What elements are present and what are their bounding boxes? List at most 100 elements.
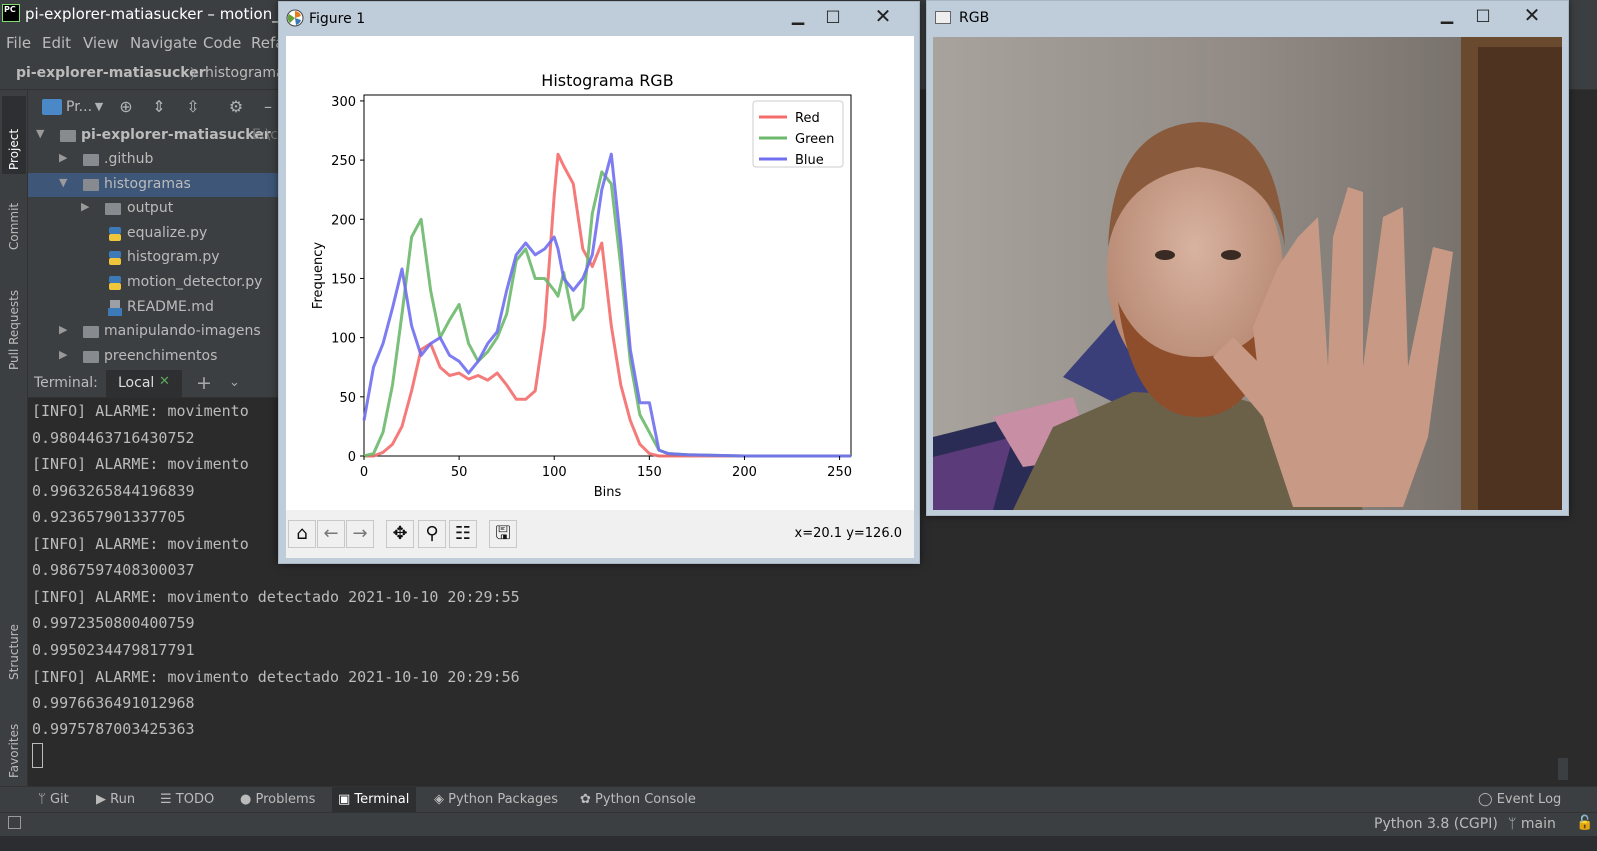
tree-item-output[interactable]: ▶ output: [28, 197, 280, 221]
tab-todo[interactable]: ☰ TODO: [160, 792, 214, 807]
menu-edit[interactable]: Edit: [42, 34, 71, 52]
close-icon[interactable]: ✕: [870, 5, 896, 27]
tab-problems[interactable]: ● Problems: [240, 792, 315, 807]
toggle-panels-icon[interactable]: [8, 816, 21, 829]
interpreter-status[interactable]: Python 3.8 (CGPI): [1374, 816, 1498, 832]
chevron-down-icon[interactable]: ▼: [36, 127, 48, 140]
y-tick-label: 50: [339, 391, 356, 406]
minimize-icon[interactable]: ▁: [1434, 4, 1460, 26]
maximize-icon[interactable]: □: [1470, 4, 1496, 26]
tree-item-readme[interactable]: README.md: [28, 296, 280, 320]
terminal-tab-local[interactable]: Local ✕: [106, 370, 182, 398]
figure-titlebar[interactable]: Figure 1 ▁ □ ✕: [279, 2, 919, 34]
x-tick-label: 200: [732, 465, 757, 480]
tree-item-label: .github: [104, 151, 154, 167]
side-tab-favorites-label: Favorites: [7, 723, 21, 778]
histogram-chart[interactable]: 0 50 100 150 200 250 0 50 100 150 200 250 300 Histogr…: [286, 36, 914, 510]
git-branch-status[interactable]: ᛘ main: [1508, 816, 1556, 832]
menu-file[interactable]: File: [6, 34, 31, 52]
chevron-right-icon[interactable]: ▶: [81, 200, 93, 213]
side-tab-structure[interactable]: Structure: [2, 600, 26, 680]
scrollbar[interactable]: [1558, 758, 1568, 780]
breadcrumb-project[interactable]: pi-explorer-matiasucker: [16, 65, 206, 81]
y-axis-label: Frequency: [311, 242, 326, 309]
x-tick-label: 0: [360, 465, 368, 480]
webcam-frame: [933, 37, 1562, 510]
figure-toolbar: ⌂ ← → ✥ ⚲ ☷ 🖫 x=20.1 y=126.0: [286, 510, 914, 558]
locate-icon[interactable]: ⊕: [117, 98, 135, 116]
menu-navigate[interactable]: Navigate: [130, 34, 197, 52]
side-tab-favorites[interactable]: Favorites: [2, 698, 26, 778]
project-view-selector[interactable]: Pr...: [66, 99, 92, 115]
minimize-icon[interactable]: ▁: [785, 5, 811, 27]
chevron-down-icon[interactable]: ▼: [90, 98, 108, 116]
x-tick-label: 100: [542, 465, 567, 480]
x-tick-label: 150: [637, 465, 662, 480]
tab-terminal[interactable]: ▣ Terminal: [332, 787, 416, 813]
terminal-line: [INFO] ALARME: movimento: [32, 402, 249, 420]
home-icon[interactable]: ⌂: [288, 520, 316, 548]
menu-view[interactable]: View: [83, 34, 119, 52]
menu-code[interactable]: Code: [203, 34, 241, 52]
figure-title: Figure 1: [309, 11, 366, 27]
gear-icon[interactable]: ⚙: [227, 98, 245, 116]
lock-icon[interactable]: 🔓: [1576, 815, 1593, 831]
folder-icon: [83, 326, 99, 338]
tree-item-label: README.md: [127, 299, 214, 315]
tab-git[interactable]: ᛘ Git: [38, 792, 69, 807]
collapse-all-icon[interactable]: ⇳: [184, 98, 202, 116]
tab-git-label: Git: [49, 792, 69, 807]
x-tick-label: 50: [451, 465, 468, 480]
chevron-right-icon[interactable]: ▶: [59, 323, 71, 336]
breadcrumb-folder[interactable]: histograma: [205, 65, 285, 81]
tree-item-preenchimentos[interactable]: ▶ preenchimentos: [28, 345, 280, 369]
zoom-icon[interactable]: ⚲: [418, 520, 446, 548]
event-log-label: Event Log: [1496, 792, 1562, 807]
matplotlib-logo-icon: [286, 9, 304, 27]
tab-run[interactable]: ▶ Run: [96, 792, 135, 807]
chevron-down-icon[interactable]: ▼: [59, 176, 71, 189]
tree-item-label: histogramas: [104, 176, 191, 192]
tree-item-root[interactable]: ▼ pi-explorer-matiasucker E:\c: [28, 124, 280, 148]
side-tab-commit[interactable]: Commit: [2, 180, 26, 250]
tree-item-motion-detector[interactable]: motion_detector.py: [28, 271, 280, 295]
forward-icon[interactable]: →: [346, 520, 374, 548]
tab-python-packages[interactable]: ◈ Python Packages: [434, 792, 558, 807]
rgb-window: RGB ▁ □ ✕: [926, 0, 1569, 516]
folder-icon: [105, 203, 121, 215]
x-tick-label: 250: [827, 465, 852, 480]
expand-all-icon[interactable]: ⇕: [150, 98, 168, 116]
tab-python-console[interactable]: ✿ Python Console: [580, 792, 696, 807]
tree-item-equalize[interactable]: equalize.py: [28, 222, 280, 246]
maximize-icon[interactable]: □: [820, 5, 846, 27]
tree-item-histogram[interactable]: histogram.py: [28, 246, 280, 270]
save-icon[interactable]: 🖫: [489, 520, 517, 548]
close-icon[interactable]: ✕: [159, 374, 170, 389]
cursor-coordinates: x=20.1 y=126.0: [794, 526, 902, 541]
project-view-icon[interactable]: [42, 99, 62, 115]
close-icon[interactable]: ✕: [1519, 4, 1545, 26]
terminal-cursor: [32, 743, 43, 768]
event-log-icon: ◯: [1478, 792, 1497, 807]
folder-icon: [83, 154, 99, 166]
side-tab-pull-requests[interactable]: Pull Requests: [2, 270, 26, 370]
terminal-label: Terminal:: [34, 375, 98, 391]
folder-icon: [83, 351, 99, 363]
chevron-right-icon[interactable]: ▶: [59, 151, 71, 164]
chevron-down-icon[interactable]: ⌄: [229, 375, 240, 390]
rgb-titlebar[interactable]: RGB ▁ □ ✕: [927, 1, 1568, 33]
side-tab-project[interactable]: Project: [2, 96, 26, 174]
chevron-right-icon[interactable]: ▶: [59, 348, 71, 361]
terminal-line: 0.9976636491012968: [32, 694, 195, 712]
event-log-button[interactable]: ◯ Event Log: [1478, 792, 1561, 807]
tree-item-github[interactable]: ▶ .github: [28, 148, 280, 172]
tree-item-histogramas[interactable]: ▼ histogramas: [28, 173, 280, 197]
tree-item-manipulando[interactable]: ▶ manipulando-imagens: [28, 320, 280, 344]
markdown-file-icon: [108, 300, 122, 316]
add-tab-icon[interactable]: +: [196, 372, 212, 394]
pan-icon[interactable]: ✥: [386, 520, 414, 548]
hide-icon[interactable]: –: [259, 98, 277, 116]
back-icon[interactable]: ←: [317, 520, 345, 548]
git-branch-icon: ᛘ: [38, 792, 50, 807]
configure-icon[interactable]: ☷: [449, 520, 477, 548]
